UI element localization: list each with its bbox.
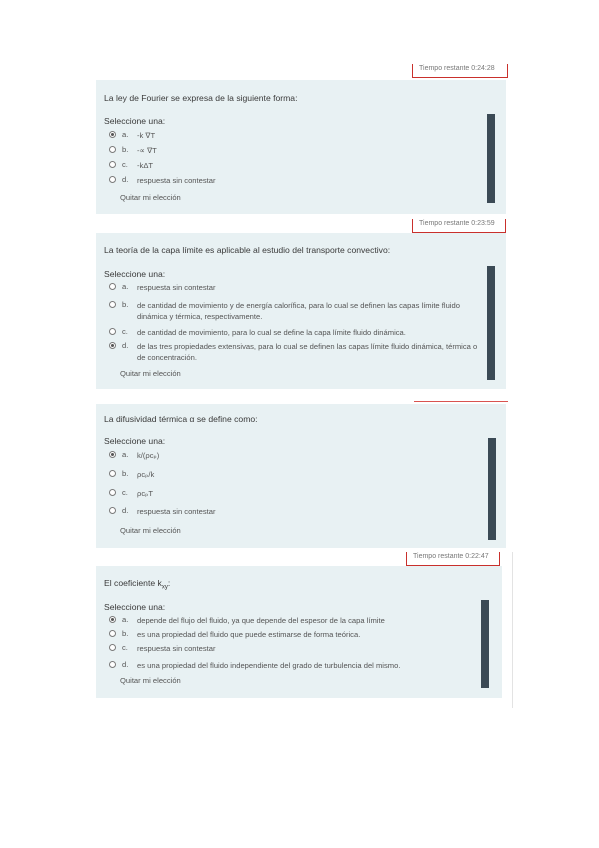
option-letter: c. <box>122 327 128 336</box>
radio-selected-icon[interactable] <box>109 451 116 458</box>
timer-2: Tiempo restante 0:23:59 <box>412 219 506 233</box>
option-c[interactable]: c. -kΔT <box>109 160 153 171</box>
option-text: de cantidad de movimiento y de energía c… <box>137 301 460 321</box>
option-text: ρcₚ/k <box>137 470 155 479</box>
option-letter: b. <box>122 145 129 154</box>
radio-selected-icon[interactable] <box>109 131 116 138</box>
option-text: respuesta sin contestar <box>137 644 216 653</box>
option-text: de cantidad de movimiento, para lo cual … <box>137 328 406 337</box>
option-letter: c. <box>122 488 128 497</box>
option-text: es una propiedad del fluido independient… <box>137 661 401 670</box>
option-letter: d. <box>122 341 129 350</box>
scrollbar-thumb[interactable] <box>487 266 495 380</box>
question-text-suffix: : <box>167 578 171 588</box>
option-letter: a. <box>122 615 129 624</box>
option-text: ρcₚT <box>137 489 154 498</box>
option-text: respuesta sin contestar <box>137 283 216 292</box>
clear-choice-link[interactable]: Quitar mi elección <box>120 526 181 535</box>
option-text: depende del flujo del fluido, ya que dep… <box>137 616 385 625</box>
option-text: -∝ ∇T <box>137 146 157 155</box>
question-card-2: La teoría de la capa límite es aplicable… <box>96 233 506 389</box>
option-letter: b. <box>122 469 129 478</box>
clear-choice-link[interactable]: Quitar mi elección <box>120 193 181 202</box>
clear-choice-link[interactable]: Quitar mi elección <box>120 676 181 685</box>
select-one-label: Seleccione una: <box>104 436 166 446</box>
radio-icon[interactable] <box>109 507 116 514</box>
timer-1: Tiempo restante 0:24:28 <box>412 64 508 78</box>
select-one-label: Seleccione una: <box>104 116 166 126</box>
option-letter: b. <box>122 629 129 638</box>
option-b[interactable]: b. -∝ ∇T <box>109 145 157 156</box>
radio-icon[interactable] <box>109 661 116 668</box>
select-one-label: Seleccione una: <box>104 269 166 279</box>
question-text: La ley de Fourier se expresa de la sigui… <box>104 93 298 103</box>
radio-selected-icon[interactable] <box>109 616 116 623</box>
option-letter: a. <box>122 450 129 459</box>
option-text: -k ∇T <box>137 131 156 140</box>
option-d[interactable]: d. respuesta sin contestar <box>109 506 216 517</box>
question-text: La difusividad térmica α se define como: <box>104 414 258 424</box>
radio-icon[interactable] <box>109 630 116 637</box>
select-one-label: Seleccione una: <box>104 602 166 612</box>
radio-icon[interactable] <box>109 176 116 183</box>
option-letter: c. <box>122 160 128 169</box>
option-a[interactable]: a. respuesta sin contestar <box>109 282 479 293</box>
option-text: -kΔT <box>137 161 154 170</box>
scrollbar-thumb[interactable] <box>481 600 489 688</box>
option-c[interactable]: c. ρcₚT <box>109 488 153 499</box>
option-letter: a. <box>122 130 129 139</box>
radio-icon[interactable] <box>109 161 116 168</box>
question-text: La teoría de la capa límite es aplicable… <box>104 245 391 255</box>
timer-3-line <box>414 401 508 402</box>
option-text: es una propiedad del fluido que puede es… <box>137 630 361 639</box>
option-text: de las tres propiedades extensivas, para… <box>137 342 478 362</box>
radio-icon[interactable] <box>109 470 116 477</box>
option-b[interactable]: b. de cantidad de movimiento y de energí… <box>109 300 479 322</box>
radio-icon[interactable] <box>109 644 116 651</box>
option-letter: c. <box>122 643 128 652</box>
page-edge-line <box>512 552 513 708</box>
option-text: k/(ρcₚ) <box>137 451 160 460</box>
radio-selected-icon[interactable] <box>109 342 116 349</box>
clear-choice-link[interactable]: Quitar mi elección <box>120 369 181 378</box>
option-b[interactable]: b. es una propiedad del fluido que puede… <box>109 629 360 640</box>
option-text: respuesta sin contestar <box>137 176 216 185</box>
option-letter: d. <box>122 175 129 184</box>
question-card-1: La ley de Fourier se expresa de la sigui… <box>96 80 506 214</box>
question-card-3: La difusividad térmica α se define como:… <box>96 404 506 548</box>
question-text: El coeficiente kxy: <box>104 578 170 591</box>
question-text-prefix: El coeficiente k <box>104 578 162 588</box>
option-d[interactable]: d. respuesta sin contestar <box>109 175 216 186</box>
option-letter: d. <box>122 660 129 669</box>
radio-icon[interactable] <box>109 146 116 153</box>
option-c[interactable]: c. de cantidad de movimiento, para lo cu… <box>109 327 479 338</box>
timer-4: Tiempo restante 0:22:47 <box>406 552 500 566</box>
radio-icon[interactable] <box>109 328 116 335</box>
option-a[interactable]: a. k/(ρcₚ) <box>109 450 159 461</box>
radio-icon[interactable] <box>109 283 116 290</box>
option-letter: b. <box>122 300 129 309</box>
radio-icon[interactable] <box>109 489 116 496</box>
option-text: respuesta sin contestar <box>137 507 216 516</box>
option-c[interactable]: c. respuesta sin contestar <box>109 643 216 654</box>
scrollbar-thumb[interactable] <box>487 114 495 203</box>
option-a[interactable]: a. -k ∇T <box>109 130 155 141</box>
scrollbar-thumb[interactable] <box>488 438 496 540</box>
option-d[interactable]: d. es una propiedad del fluido independi… <box>109 660 400 671</box>
option-d[interactable]: d. de las tres propiedades extensivas, p… <box>109 341 484 363</box>
option-b[interactable]: b. ρcₚ/k <box>109 469 154 480</box>
radio-icon[interactable] <box>109 301 116 308</box>
option-letter: a. <box>122 282 129 291</box>
option-a[interactable]: a. depende del flujo del fluido, ya que … <box>109 615 385 626</box>
option-letter: d. <box>122 506 129 515</box>
question-card-4: El coeficiente kxy: Seleccione una: a. d… <box>96 566 502 698</box>
